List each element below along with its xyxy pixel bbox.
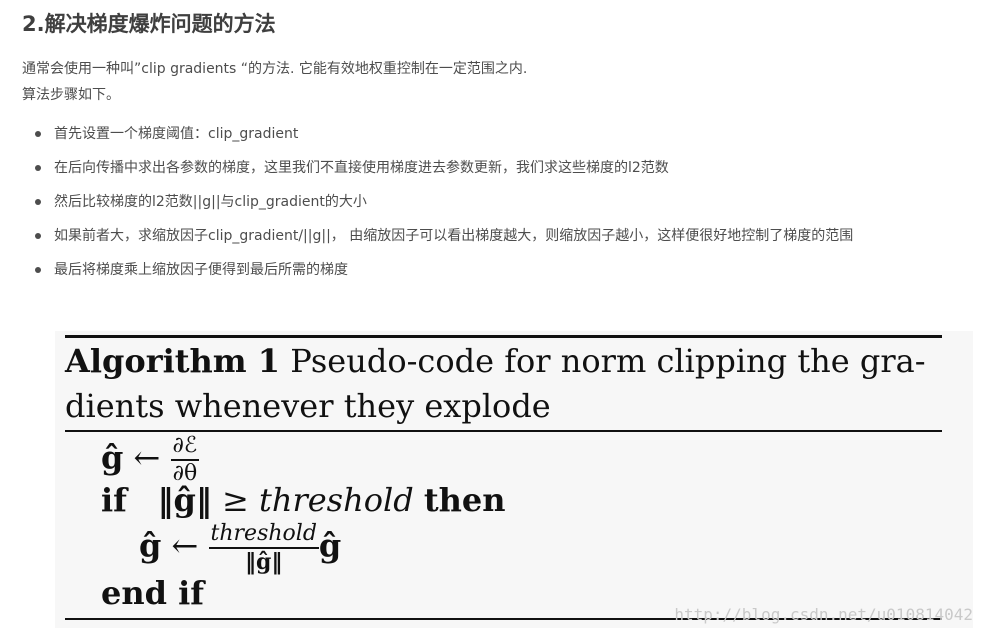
step-text: 在后向传播中求出各参数的梯度，这里我们不直接使用梯度进去参数更新，我们求这些梯度…	[54, 160, 669, 176]
step-text: 如果前者大，求缩放因子clip_gradient/||g||， 由缩放因子可以看…	[54, 228, 854, 244]
algorithm-label: Algorithm 1	[65, 342, 281, 380]
fraction-numerator: threshold	[208, 523, 319, 549]
algorithm-caption: Algorithm 1 Pseudo-code for norm clippin…	[65, 339, 945, 429]
keyword-end-if: end if	[101, 574, 205, 612]
ghat-symbol: ĝ	[139, 526, 162, 565]
algo-line-2: if ‖ĝ‖ ≥ threshold then	[101, 481, 506, 519]
algo-line-3: ĝ ← threshold ‖ĝ‖ ĝ	[139, 523, 342, 575]
step-text: 最后将梯度乘上缩放因子便得到最后所需的梯度	[54, 262, 348, 278]
assign-arrow: ←	[171, 526, 199, 565]
bullet-icon	[35, 165, 41, 171]
caption-line-2: dients whenever they explode	[65, 387, 551, 425]
bullet-icon	[35, 267, 41, 273]
ghat-symbol: ĝ	[318, 526, 342, 565]
keyword-if: if	[101, 481, 127, 519]
list-item: 在后向传播中求出各参数的梯度，这里我们不直接使用梯度进去参数更新，我们求这些梯度…	[0, 155, 853, 189]
list-item: 最后将梯度乘上缩放因子便得到最后所需的梯度	[0, 257, 853, 291]
fraction-numerator: ∂ℰ	[170, 435, 200, 461]
intro-line-2: 算法步骤如下。	[22, 87, 120, 103]
section-heading: 2.解决梯度爆炸问题的方法	[22, 12, 276, 36]
ghat-symbol: ĝ	[101, 438, 124, 477]
intro-paragraph: 通常会使用一种叫”clip gradients “的方法. 它能有效地权重控制在…	[22, 56, 527, 108]
keyword-then: then	[423, 481, 506, 519]
bullet-icon	[35, 233, 41, 239]
geq-symbol: ≥	[221, 481, 249, 519]
intro-line-1: 通常会使用一种叫”clip gradients “的方法. 它能有效地权重控制在…	[22, 61, 528, 77]
step-text: 首先设置一个梯度阈值：clip_gradient	[54, 126, 299, 142]
steps-list: 首先设置一个梯度阈值：clip_gradient 在后向传播中求出各参数的梯度，…	[0, 121, 853, 291]
bullet-icon	[35, 131, 41, 137]
algo-line-4: end if	[101, 574, 204, 612]
assign-arrow: ←	[133, 438, 161, 477]
algo-line-1: ĝ ← ∂ℰ ∂θ	[101, 435, 200, 485]
gradient-fraction: ∂ℰ ∂θ	[170, 435, 200, 485]
clip-fraction: threshold ‖ĝ‖	[208, 523, 319, 575]
watermark-url: http://blog.csdn.net/u010814042	[674, 605, 973, 624]
threshold-variable: threshold	[258, 481, 414, 519]
middle-rule	[65, 430, 942, 432]
list-item: 然后比较梯度的l2范数||g||与clip_gradient的大小	[0, 189, 853, 223]
bullet-icon	[35, 199, 41, 205]
list-item: 首先设置一个梯度阈值：clip_gradient	[0, 121, 853, 155]
top-rule	[65, 335, 942, 338]
step-text: 然后比较梯度的l2范数||g||与clip_gradient的大小	[54, 194, 367, 210]
list-item: 如果前者大，求缩放因子clip_gradient/||g||， 由缩放因子可以看…	[0, 223, 853, 257]
algorithm-figure: Algorithm 1 Pseudo-code for norm clippin…	[55, 331, 973, 628]
norm-expression: ‖ĝ‖	[157, 481, 212, 519]
fraction-denominator: ‖ĝ‖	[245, 549, 283, 575]
caption-line-1: Pseudo-code for norm clipping the gra-	[280, 342, 926, 380]
